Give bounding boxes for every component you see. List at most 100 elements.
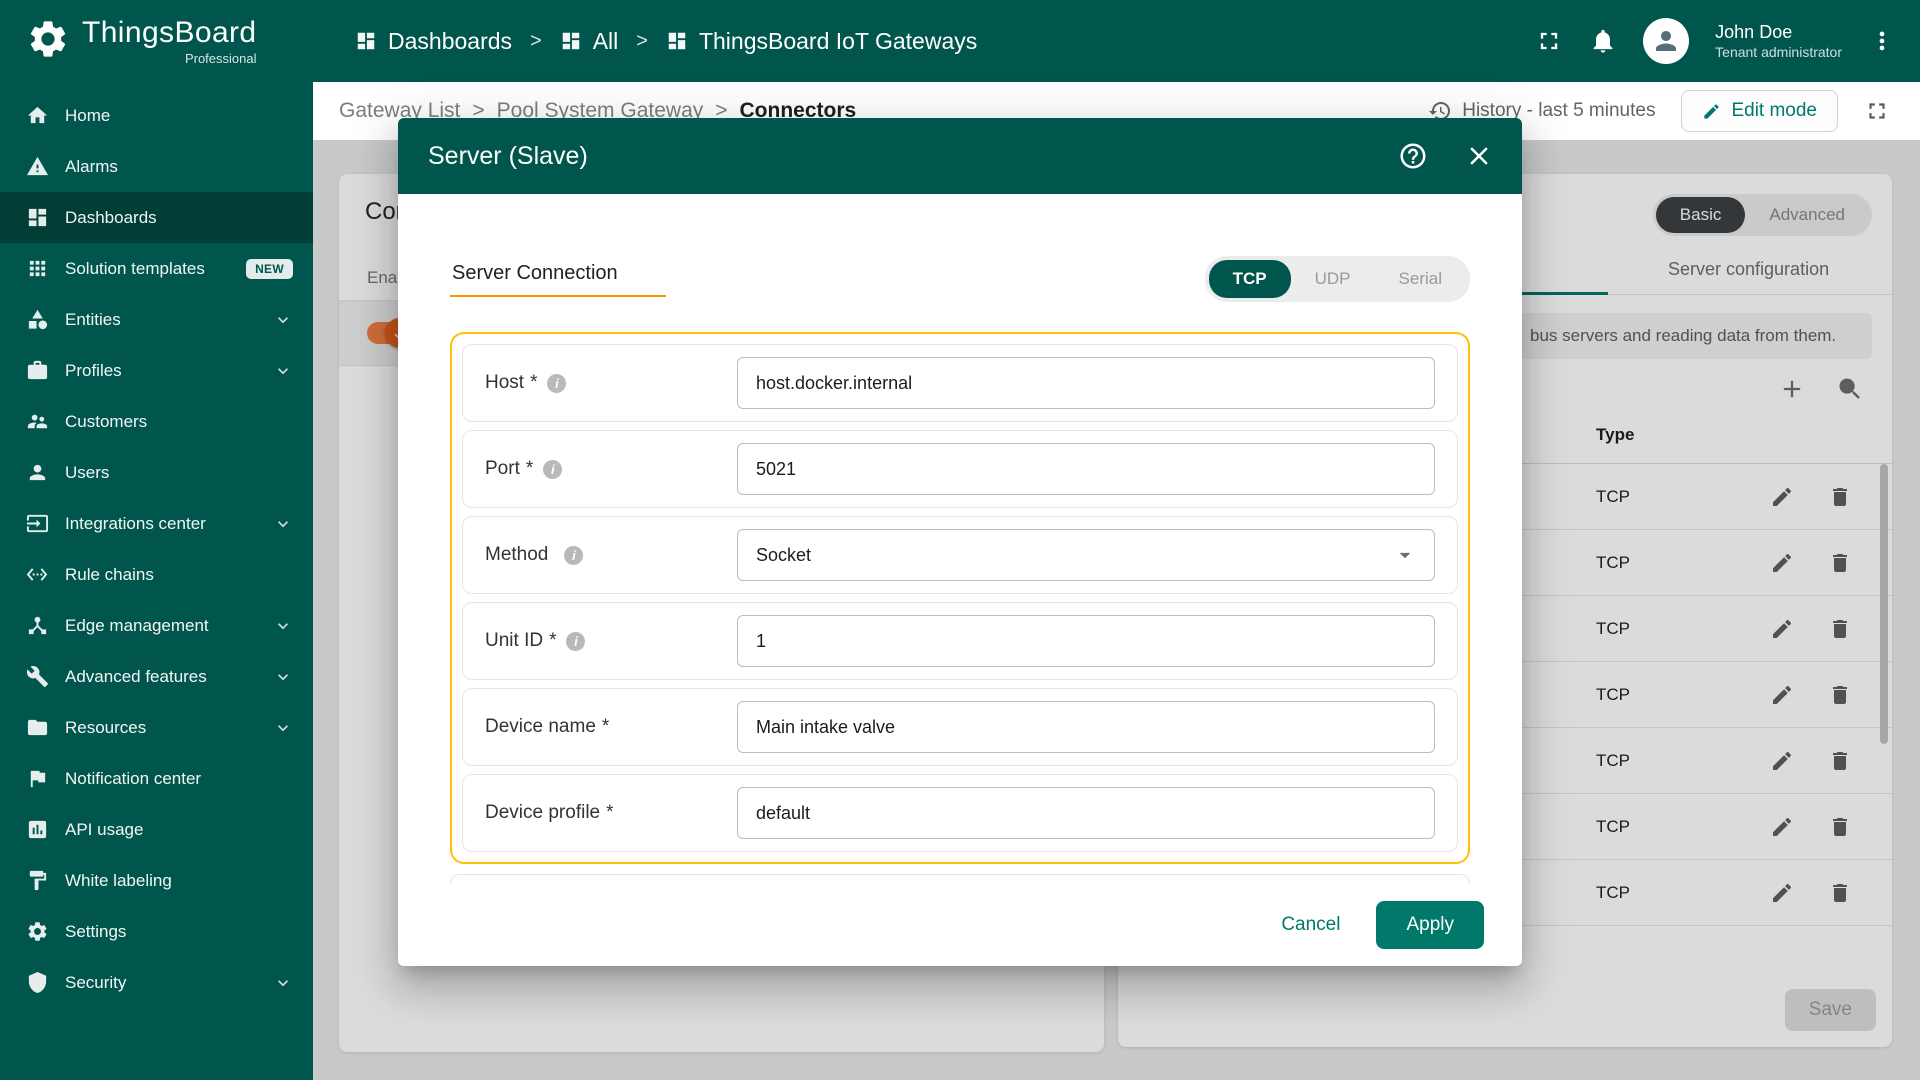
sidebar-item-home[interactable]: Home xyxy=(0,90,313,141)
server-slave-dialog: Server (Slave) Server Connection TCP UDP… xyxy=(398,118,1522,966)
sidebar-item-api-usage[interactable]: API usage xyxy=(0,804,313,855)
avatar[interactable] xyxy=(1643,18,1690,64)
dropdown-arrow-icon[interactable] xyxy=(1392,542,1418,568)
field-input[interactable] xyxy=(737,443,1435,495)
field-row-port: Port * i xyxy=(462,430,1458,508)
protocol-udp-button[interactable]: UDP xyxy=(1291,260,1375,298)
text-input[interactable] xyxy=(754,457,1418,481)
field-row-host: Host * i xyxy=(462,344,1458,422)
sidebar: Home Alarms Dashboards Solution template… xyxy=(0,82,313,1080)
required-mark: * xyxy=(525,458,534,479)
apply-button[interactable]: Apply xyxy=(1376,901,1484,949)
text-input[interactable] xyxy=(754,801,1418,825)
sidebar-item-integrations-center[interactable]: Integrations center xyxy=(0,498,313,549)
bell-icon xyxy=(1593,29,1613,53)
sidebar-item-profiles[interactable]: Profiles xyxy=(0,345,313,396)
sidebar-item-customers[interactable]: Customers xyxy=(0,396,313,447)
field-input[interactable] xyxy=(737,615,1435,667)
info-icon[interactable]: i xyxy=(547,373,567,393)
chevron-down-icon xyxy=(273,667,293,687)
cancel-button[interactable]: Cancel xyxy=(1275,913,1346,937)
text-input[interactable] xyxy=(754,629,1418,653)
field-label: Port xyxy=(485,458,520,479)
fullscreen-button[interactable] xyxy=(1535,27,1563,55)
field-row-method: Method i xyxy=(462,516,1458,594)
close-button[interactable] xyxy=(1464,141,1494,171)
sidebar-item-white-labeling[interactable]: White labeling xyxy=(0,855,313,906)
dialog-footer: Cancel Apply xyxy=(398,884,1522,966)
sidebar-item-entities[interactable]: Entities xyxy=(0,294,313,345)
field-label: Device profile xyxy=(485,802,601,823)
info-icon[interactable]: i xyxy=(566,631,586,651)
dashboard-icon xyxy=(357,32,375,50)
sidebar-item-edge-management[interactable]: Edge management xyxy=(0,600,313,651)
sidebar-item-label: Home xyxy=(65,105,111,125)
sidebar-item-label: API usage xyxy=(65,819,144,839)
breadcrumb-current-dashboard[interactable]: ThingsBoard IoT Gateways xyxy=(666,28,977,55)
brand-subtitle: Professional xyxy=(184,50,257,66)
sidebar-item-dashboards[interactable]: Dashboards xyxy=(0,192,313,243)
sidebar-item-label: Settings xyxy=(65,921,127,941)
notifications-button[interactable] xyxy=(1589,27,1617,55)
required-mark: * xyxy=(530,372,538,393)
protocol-serial-button[interactable]: Serial xyxy=(1375,260,1466,298)
text-input[interactable] xyxy=(754,715,1418,739)
sidebar-item-notification-center[interactable]: Notification center xyxy=(0,753,313,804)
alarms-icon xyxy=(26,155,49,178)
field-input[interactable] xyxy=(737,701,1435,753)
sidebar-item-label: Integrations center xyxy=(65,513,206,533)
new-badge: NEW xyxy=(246,258,293,279)
sidebar-item-label: Solution templates xyxy=(65,258,205,278)
sidebar-item-resources[interactable]: Resources xyxy=(0,702,313,753)
sidebar-item-label: Users xyxy=(65,462,110,482)
protocol-tcp-button[interactable]: TCP xyxy=(1208,260,1291,298)
field-input[interactable] xyxy=(737,529,1435,581)
advanced-icon xyxy=(26,665,49,688)
field-label: Method xyxy=(485,544,549,565)
help-button[interactable] xyxy=(1398,141,1428,171)
breadcrumb-all[interactable]: All xyxy=(560,28,618,55)
text-input[interactable] xyxy=(754,543,1392,567)
info-icon[interactable]: i xyxy=(543,459,563,479)
white-labeling-icon xyxy=(26,869,49,892)
sidebar-item-rule-chains[interactable]: Rule chains xyxy=(0,549,313,600)
sidebar-item-solution-templates[interactable]: Solution templates NEW xyxy=(0,243,313,294)
protocol-toggle: TCP UDP Serial xyxy=(1204,256,1470,302)
customers-icon xyxy=(26,410,49,433)
chevron-down-icon xyxy=(273,718,293,738)
pencil-icon xyxy=(1704,103,1720,119)
sidebar-item-alarms[interactable]: Alarms xyxy=(0,141,313,192)
settings-icon xyxy=(26,920,49,943)
sidebar-item-label: Alarms xyxy=(65,156,118,176)
chevron-down-icon xyxy=(273,514,293,534)
expand-panel-button[interactable] xyxy=(1864,98,1890,124)
field-input[interactable] xyxy=(737,357,1435,409)
dashboard-icon xyxy=(668,32,686,50)
chevron-down-icon xyxy=(273,616,293,636)
sidebar-item-users[interactable]: Users xyxy=(0,447,313,498)
sidebar-item-security[interactable]: Security xyxy=(0,957,313,1008)
field-label: Host xyxy=(485,372,525,393)
more-menu-button[interactable] xyxy=(1868,27,1896,55)
user-role: Tenant administrator xyxy=(1715,43,1842,60)
breadcrumb-dashboards[interactable]: Dashboards xyxy=(355,28,512,55)
sidebar-item-advanced-features[interactable]: Advanced features xyxy=(0,651,313,702)
users-icon xyxy=(26,461,49,484)
text-input[interactable] xyxy=(754,371,1418,395)
sidebar-item-label: Advanced features xyxy=(65,666,207,686)
chevron-down-icon xyxy=(273,310,293,330)
field-input[interactable] xyxy=(737,787,1435,839)
edge-icon xyxy=(26,614,49,637)
app-logo[interactable]: ThingsBoard Professional xyxy=(0,17,313,66)
section-title: Server Connection xyxy=(450,262,666,297)
breadcrumb-separator: > xyxy=(530,29,542,52)
dashboards-icon xyxy=(26,206,49,229)
solution-templates-icon xyxy=(26,257,49,280)
field-row-unit-id: Unit ID * i xyxy=(462,602,1458,680)
edit-mode-button[interactable]: Edit mode xyxy=(1681,90,1838,132)
integrations-icon xyxy=(26,512,49,535)
sidebar-item-label: Customers xyxy=(65,411,148,431)
sidebar-item-settings[interactable]: Settings xyxy=(0,906,313,957)
info-icon[interactable]: i xyxy=(564,545,584,565)
required-mark: * xyxy=(606,802,614,823)
